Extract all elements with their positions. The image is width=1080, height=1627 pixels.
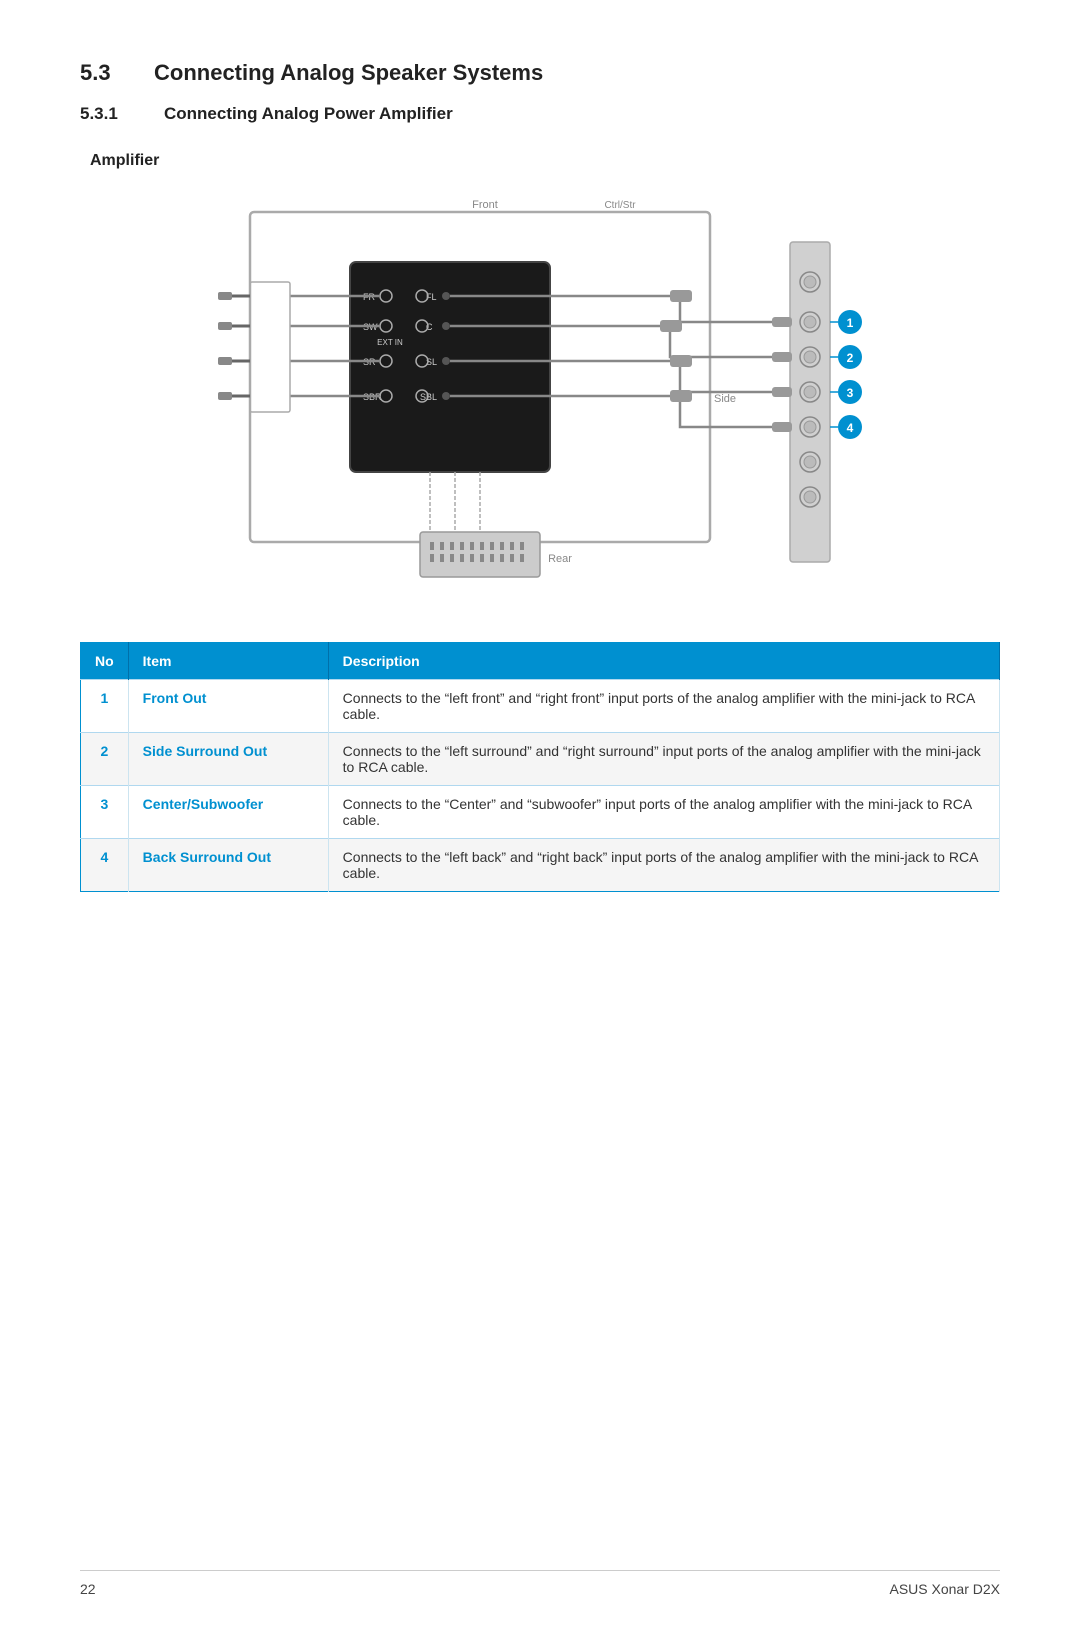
page-number: 22 [80,1581,96,1597]
footer: 22 ASUS Xonar D2X [80,1570,1000,1597]
cell-description: Connects to the “Center” and “subwoofer”… [328,786,999,839]
badge-1: 1 [847,316,854,330]
cell-no: 2 [81,733,129,786]
cell-no: 4 [81,839,129,892]
section-title: Connecting Analog Speaker Systems [154,60,543,86]
col-item: Item [128,643,328,680]
subsection-title: Connecting Analog Power Amplifier [164,104,453,124]
table-body: 1 Front Out Connects to the “left front”… [81,680,1000,892]
badge-2: 2 [847,351,854,365]
cell-item: Side Surround Out [128,733,328,786]
cell-description: Connects to the “left front” and “right … [328,680,999,733]
table-row: 2 Side Surround Out Connects to the “lef… [81,733,1000,786]
section-number: 5.3 [80,60,130,86]
cell-no: 1 [81,680,129,733]
table-row: 4 Back Surround Out Connects to the “lef… [81,839,1000,892]
ext-in-label: EXT IN [377,338,403,347]
front-label: Front [472,199,498,211]
side-label: Side [714,393,736,405]
diagram-svg: Front Ctrl/Str Side Rear FR FL SW [190,182,890,602]
cell-description: Connects to the “left surround” and “rig… [328,733,999,786]
section-heading: 5.3 Connecting Analog Speaker Systems [80,60,1000,86]
rear-label: Rear [548,553,572,565]
subsection-heading: 5.3.1 Connecting Analog Power Amplifier [80,104,1000,124]
table-row: 3 Center/Subwoofer Connects to the “Cent… [81,786,1000,839]
col-description: Description [328,643,999,680]
ctrl-label: Ctrl/Str [604,200,636,211]
cell-item: Front Out [128,680,328,733]
table-header: No Item Description [81,643,1000,680]
badge-4: 4 [847,421,854,435]
col-no: No [81,643,129,680]
product-name: ASUS Xonar D2X [890,1581,1001,1597]
cell-item: Center/Subwoofer [128,786,328,839]
page: 5.3 Connecting Analog Speaker Systems 5.… [0,0,1080,1627]
amplifier-label: Amplifier [90,152,1000,170]
cell-description: Connects to the “left back” and “right b… [328,839,999,892]
badge-3: 3 [847,386,854,400]
subsection-number: 5.3.1 [80,104,140,124]
diagram-area: Front Ctrl/Str Side Rear FR FL SW [80,182,1000,602]
info-table: No Item Description 1 Front Out Connects… [80,642,1000,892]
table-row: 1 Front Out Connects to the “left front”… [81,680,1000,733]
cell-no: 3 [81,786,129,839]
cell-item: Back Surround Out [128,839,328,892]
